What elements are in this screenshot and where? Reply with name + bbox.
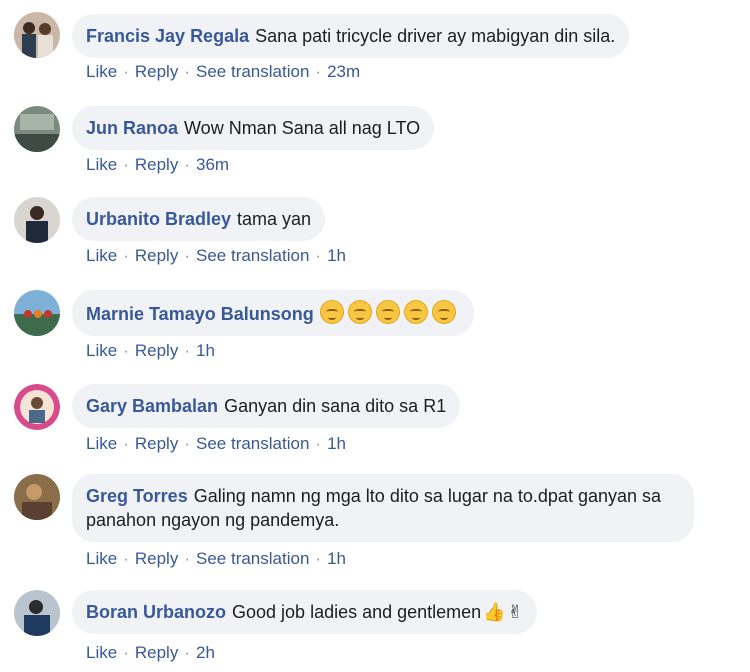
comment-actions: Like · Reply · 2h xyxy=(86,643,215,663)
timestamp[interactable]: 36m xyxy=(196,155,229,174)
comment-text: tama yan xyxy=(237,209,312,229)
separator: · xyxy=(315,62,322,81)
comment-actions: Like · Reply · 36m xyxy=(86,155,229,175)
separator: · xyxy=(184,643,190,662)
reply-link[interactable]: Reply xyxy=(135,549,178,568)
commenter-name[interactable]: Greg Torres xyxy=(86,486,188,506)
comment-actions: Like · Reply · See translation · 1h xyxy=(86,434,346,454)
separator: · xyxy=(123,549,129,568)
comment-text: Wow Nman Sana all nag LTO xyxy=(184,118,421,138)
relieved-face-emoji-icon xyxy=(319,300,344,324)
avatar[interactable] xyxy=(14,590,60,636)
comment-actions: Like · Reply · 1h xyxy=(86,341,215,361)
comment-actions: Like · Reply · See translation · 23m xyxy=(86,62,360,82)
relieved-face-emoji-icon xyxy=(403,300,428,324)
thumbs-up-emoji-icon: 👍 xyxy=(483,602,506,622)
timestamp[interactable]: 1h xyxy=(196,341,215,360)
reply-link[interactable]: Reply xyxy=(135,434,178,453)
reply-link[interactable]: Reply xyxy=(135,62,178,81)
separator: · xyxy=(123,62,129,81)
like-link[interactable]: Like xyxy=(86,62,117,81)
avatar-photo-icon xyxy=(14,12,60,58)
comment-bubble: Gary Bambalan Ganyan din sana dito sa R1 xyxy=(72,384,461,428)
separator: · xyxy=(184,62,190,81)
see-translation-link[interactable]: See translation xyxy=(196,434,309,453)
avatar-photo-icon xyxy=(14,106,60,152)
avatar-photo-icon xyxy=(14,290,60,336)
comment-text: Good job ladies and gentlemen xyxy=(232,602,482,622)
commenter-name[interactable]: Urbanito Bradley xyxy=(86,209,231,229)
comment-bubble: Boran Urbanozo Good job ladies and gentle… xyxy=(72,590,537,634)
separator: · xyxy=(184,155,190,174)
separator: · xyxy=(315,246,322,265)
avatar[interactable] xyxy=(14,474,60,520)
relieved-face-emoji-icon xyxy=(375,300,400,324)
see-translation-link[interactable]: See translation xyxy=(196,246,309,265)
comment-bubble: Greg Torres Galing namn ng mga lto dito s… xyxy=(72,474,694,542)
separator: · xyxy=(184,246,190,265)
avatar-photo-icon xyxy=(14,590,60,636)
like-link[interactable]: Like xyxy=(86,155,117,174)
timestamp[interactable]: 2h xyxy=(196,643,215,662)
timestamp[interactable]: 1h xyxy=(327,549,346,568)
comment-bubble: Marnie Tamayo Balunsong xyxy=(72,290,474,336)
separator: · xyxy=(123,341,129,360)
commenter-name[interactable]: Jun Ranoa xyxy=(86,118,178,138)
like-link[interactable]: Like xyxy=(86,434,117,453)
timestamp[interactable]: 23m xyxy=(327,62,360,81)
avatar[interactable] xyxy=(14,197,60,243)
separator: · xyxy=(315,434,322,453)
commenter-name[interactable]: Francis Jay Regala xyxy=(86,26,249,46)
separator: · xyxy=(123,434,129,453)
comment-bubble: Urbanito Bradley tama yan xyxy=(72,197,326,241)
like-link[interactable]: Like xyxy=(86,549,117,568)
commenter-name[interactable]: Gary Bambalan xyxy=(86,396,218,416)
like-link[interactable]: Like xyxy=(86,643,117,662)
separator: · xyxy=(123,246,129,265)
comment-actions: Like · Reply · See translation · 1h xyxy=(86,246,346,266)
avatar[interactable] xyxy=(14,12,60,58)
separator: · xyxy=(123,155,129,174)
comment-actions: Like · Reply · See translation · 1h xyxy=(86,549,346,569)
avatar[interactable] xyxy=(14,106,60,152)
see-translation-link[interactable]: See translation xyxy=(196,549,309,568)
timestamp[interactable]: 1h xyxy=(327,246,346,265)
separator: · xyxy=(184,434,190,453)
commenter-name[interactable]: Boran Urbanozo xyxy=(86,602,226,622)
reply-link[interactable]: Reply xyxy=(135,155,178,174)
separator: · xyxy=(184,549,190,568)
relieved-face-emoji-icon xyxy=(347,300,372,324)
see-translation-link[interactable]: See translation xyxy=(196,62,309,81)
separator: · xyxy=(184,341,190,360)
reply-link[interactable]: Reply xyxy=(135,246,178,265)
avatar-photo-icon xyxy=(14,384,60,430)
commenter-name[interactable]: Marnie Tamayo Balunsong xyxy=(86,304,314,324)
reply-link[interactable]: Reply xyxy=(135,341,178,360)
comment-bubble: Francis Jay Regala Sana pati tricycle dri… xyxy=(72,14,630,58)
comment-bubble: Jun Ranoa Wow Nman Sana all nag LTO xyxy=(72,106,435,150)
timestamp[interactable]: 1h xyxy=(327,434,346,453)
avatar[interactable] xyxy=(14,384,60,430)
like-link[interactable]: Like xyxy=(86,341,117,360)
victory-hand-emoji-icon: ✌ xyxy=(507,602,523,622)
comment-text: Sana pati tricycle driver ay mabigyan di… xyxy=(255,26,616,46)
avatar-photo-icon xyxy=(14,197,60,243)
comment-text: Ganyan din sana dito sa R1 xyxy=(224,396,447,416)
like-link[interactable]: Like xyxy=(86,246,117,265)
separator: · xyxy=(315,549,322,568)
relieved-face-emoji-icon xyxy=(431,300,456,324)
avatar[interactable] xyxy=(14,290,60,336)
separator: · xyxy=(123,643,129,662)
avatar-photo-icon xyxy=(14,474,60,520)
reply-link[interactable]: Reply xyxy=(135,643,178,662)
